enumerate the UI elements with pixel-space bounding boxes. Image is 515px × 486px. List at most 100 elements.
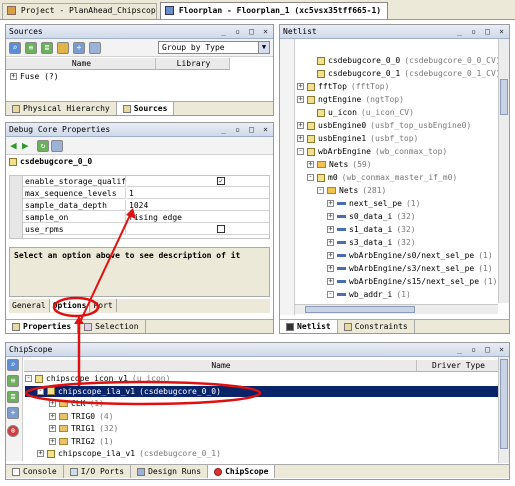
tab-properties[interactable]: Properties bbox=[6, 320, 79, 333]
tree-row[interactable]: + TRIG0 (4) bbox=[25, 411, 499, 422]
maximize-icon[interactable]: □ bbox=[483, 345, 492, 354]
selected-tree-row[interactable]: - chipscope_ila_v1 (csdebugcore_0_0) bbox=[25, 385, 499, 397]
close-icon[interactable]: × bbox=[261, 27, 270, 36]
tree-row[interactable]: - m0 (wb_conmax_master_if_m0) bbox=[297, 172, 499, 183]
close-icon[interactable]: × bbox=[497, 27, 506, 36]
tree-row[interactable]: + s0_data_i (32) bbox=[297, 211, 499, 222]
expand-toggle[interactable]: - bbox=[25, 375, 32, 382]
tree-row[interactable]: + usbEngine0 (usbf_top_usbEngine0) bbox=[297, 120, 499, 131]
expand-toggle[interactable]: + bbox=[327, 226, 334, 233]
tree-row[interactable]: csdebugcore_0_0 (csdebugcore_0_0_CV) bbox=[297, 55, 499, 66]
expand-toggle[interactable]: - bbox=[327, 291, 334, 298]
add-source-icon[interactable]: + bbox=[73, 42, 85, 54]
tree-row[interactable]: + TRIG1 (32) bbox=[25, 423, 499, 434]
search-icon[interactable]: ⌕ bbox=[7, 359, 19, 371]
chipscope-vscrollbar[interactable] bbox=[498, 357, 509, 463]
tab-selection[interactable]: Selection bbox=[78, 320, 146, 333]
forward-arrow-icon[interactable]: ▶ bbox=[22, 140, 29, 151]
tab-physical-hierarchy[interactable]: Physical Hierarchy bbox=[6, 102, 117, 115]
expand-toggle[interactable]: + bbox=[49, 437, 56, 445]
maximize-icon[interactable]: □ bbox=[247, 27, 256, 36]
expand-toggle[interactable]: + bbox=[327, 213, 334, 220]
chipscope-col-name[interactable]: Name bbox=[24, 360, 417, 372]
maximize-icon[interactable]: □ bbox=[483, 27, 492, 36]
tab-design-runs[interactable]: Design Runs bbox=[131, 465, 209, 478]
expand-toggle[interactable]: + bbox=[49, 400, 56, 407]
expand-toggle[interactable]: + bbox=[327, 278, 334, 285]
subtab-general[interactable]: General bbox=[9, 299, 50, 312]
sources-col-library[interactable]: Library bbox=[156, 58, 230, 70]
tree-row[interactable]: + usbEngine1 (usbf_top) bbox=[297, 133, 499, 144]
restore-icon[interactable]: _ bbox=[455, 345, 464, 354]
tree-row[interactable]: + wbArbEngine/s3/next_sel_pe (1) bbox=[297, 263, 499, 274]
expand-toggle[interactable]: + bbox=[327, 265, 334, 272]
float-icon[interactable]: ▫ bbox=[469, 27, 478, 36]
tree-row[interactable]: u_icon (u_icon_CV) bbox=[297, 107, 499, 118]
expand-toggle[interactable]: + bbox=[37, 450, 44, 457]
back-arrow-icon[interactable]: ◀ bbox=[10, 140, 17, 151]
tree-row[interactable]: + TRIG2 (1) bbox=[25, 436, 499, 447]
sources-row[interactable]: + Fuse (?) bbox=[10, 71, 273, 82]
tab-console[interactable]: Console bbox=[6, 465, 64, 478]
close-icon[interactable]: × bbox=[497, 345, 506, 354]
tree-row[interactable]: + ngtEngine (ngtTop) bbox=[297, 94, 499, 105]
tree-row[interactable]: - wbArbEngine (wb_conmax_top) bbox=[297, 146, 499, 157]
tab-sources[interactable]: Sources bbox=[116, 102, 175, 115]
netlist-hscrollbar[interactable] bbox=[295, 304, 498, 314]
refresh-icon[interactable]: ↻ bbox=[37, 140, 49, 152]
restore-icon[interactable]: _ bbox=[219, 125, 228, 134]
netlist-vscrollbar[interactable] bbox=[498, 39, 509, 303]
tab-project[interactable]: Project - PlanAhead_Chipscope bbox=[2, 3, 157, 19]
add-core-icon[interactable]: + bbox=[7, 407, 19, 419]
netlist-vscroll-thumb[interactable] bbox=[500, 79, 508, 115]
restore-icon[interactable]: _ bbox=[455, 27, 464, 36]
expand-toggle[interactable]: - bbox=[37, 387, 44, 395]
tree-row[interactable]: + s1_data_i (32) bbox=[297, 224, 499, 235]
restore-icon[interactable]: _ bbox=[219, 27, 228, 36]
expand-all-icon[interactable]: ≣ bbox=[41, 42, 53, 54]
tree-row[interactable]: + next_sel_pe (1) bbox=[297, 198, 499, 209]
property-checkbox-cell[interactable] bbox=[127, 224, 269, 235]
expand-toggle[interactable]: + bbox=[49, 425, 56, 432]
tree-row[interactable]: + chipscope_ila_v1 (csdebugcore_0_1) bbox=[25, 448, 499, 459]
expand-toggle[interactable]: + bbox=[327, 239, 334, 246]
group-by-select[interactable]: Group by Type ▼ bbox=[158, 41, 270, 54]
sources-col-name[interactable]: Name bbox=[6, 58, 156, 70]
tab-chipscope[interactable]: ChipScope bbox=[208, 465, 276, 478]
properties-icon[interactable] bbox=[89, 42, 101, 54]
float-icon[interactable]: ▫ bbox=[469, 345, 478, 354]
tree-row[interactable]: + wbArbEngine/s15/next_sel_pe (1) bbox=[297, 276, 499, 287]
tree-row[interactable]: + wbArbEngine/s0/next_sel_pe (1) bbox=[297, 250, 499, 261]
folder-icon[interactable] bbox=[57, 42, 69, 54]
expand-toggle[interactable]: + bbox=[297, 83, 304, 90]
expand-toggle[interactable]: - bbox=[307, 174, 314, 181]
tree-row[interactable]: + CLK (1) bbox=[25, 398, 499, 409]
expand-toggle[interactable]: + bbox=[297, 96, 304, 103]
chipscope-vscroll-thumb[interactable] bbox=[500, 359, 508, 449]
tree-row[interactable]: csdebugcore_0_1 (csdebugcore_0_1_CV) bbox=[297, 68, 499, 79]
float-icon[interactable]: ▫ bbox=[233, 125, 242, 134]
expand-toggle[interactable]: + bbox=[327, 200, 334, 207]
tab-floorplan[interactable]: Floorplan - Floorplan_1 (xc5vsx35tff665-… bbox=[160, 2, 388, 19]
expand-toggle[interactable]: - bbox=[297, 148, 304, 155]
expand-all-icon[interactable]: ≣ bbox=[7, 391, 19, 403]
search-icon[interactable]: ⌕ bbox=[9, 42, 21, 54]
close-icon[interactable]: × bbox=[261, 125, 270, 134]
expand-toggle[interactable]: + bbox=[297, 122, 304, 129]
tree-row[interactable]: + Nets (59) bbox=[297, 159, 499, 170]
tree-row[interactable]: + fftTop (fftTop) bbox=[297, 81, 499, 92]
tab-constraints[interactable]: Constraints bbox=[337, 320, 415, 333]
subtab-options[interactable]: Options bbox=[49, 299, 91, 312]
maximize-icon[interactable]: □ bbox=[247, 125, 256, 134]
property-value[interactable]: 1024 bbox=[127, 200, 269, 211]
tab-netlist[interactable]: Netlist bbox=[280, 320, 338, 333]
float-icon[interactable]: ▫ bbox=[233, 27, 242, 36]
property-value[interactable]: rising edge bbox=[127, 212, 269, 223]
collapse-all-icon[interactable]: ≡ bbox=[7, 375, 19, 387]
property-checkbox[interactable] bbox=[217, 225, 225, 233]
chipscope-col-driver-type[interactable]: Driver Type bbox=[417, 360, 499, 372]
expand-toggle[interactable]: - bbox=[317, 187, 324, 194]
properties-icon[interactable] bbox=[51, 140, 63, 152]
property-checkbox[interactable]: ✓ bbox=[217, 177, 225, 185]
expand-toggle[interactable]: + bbox=[49, 412, 56, 420]
